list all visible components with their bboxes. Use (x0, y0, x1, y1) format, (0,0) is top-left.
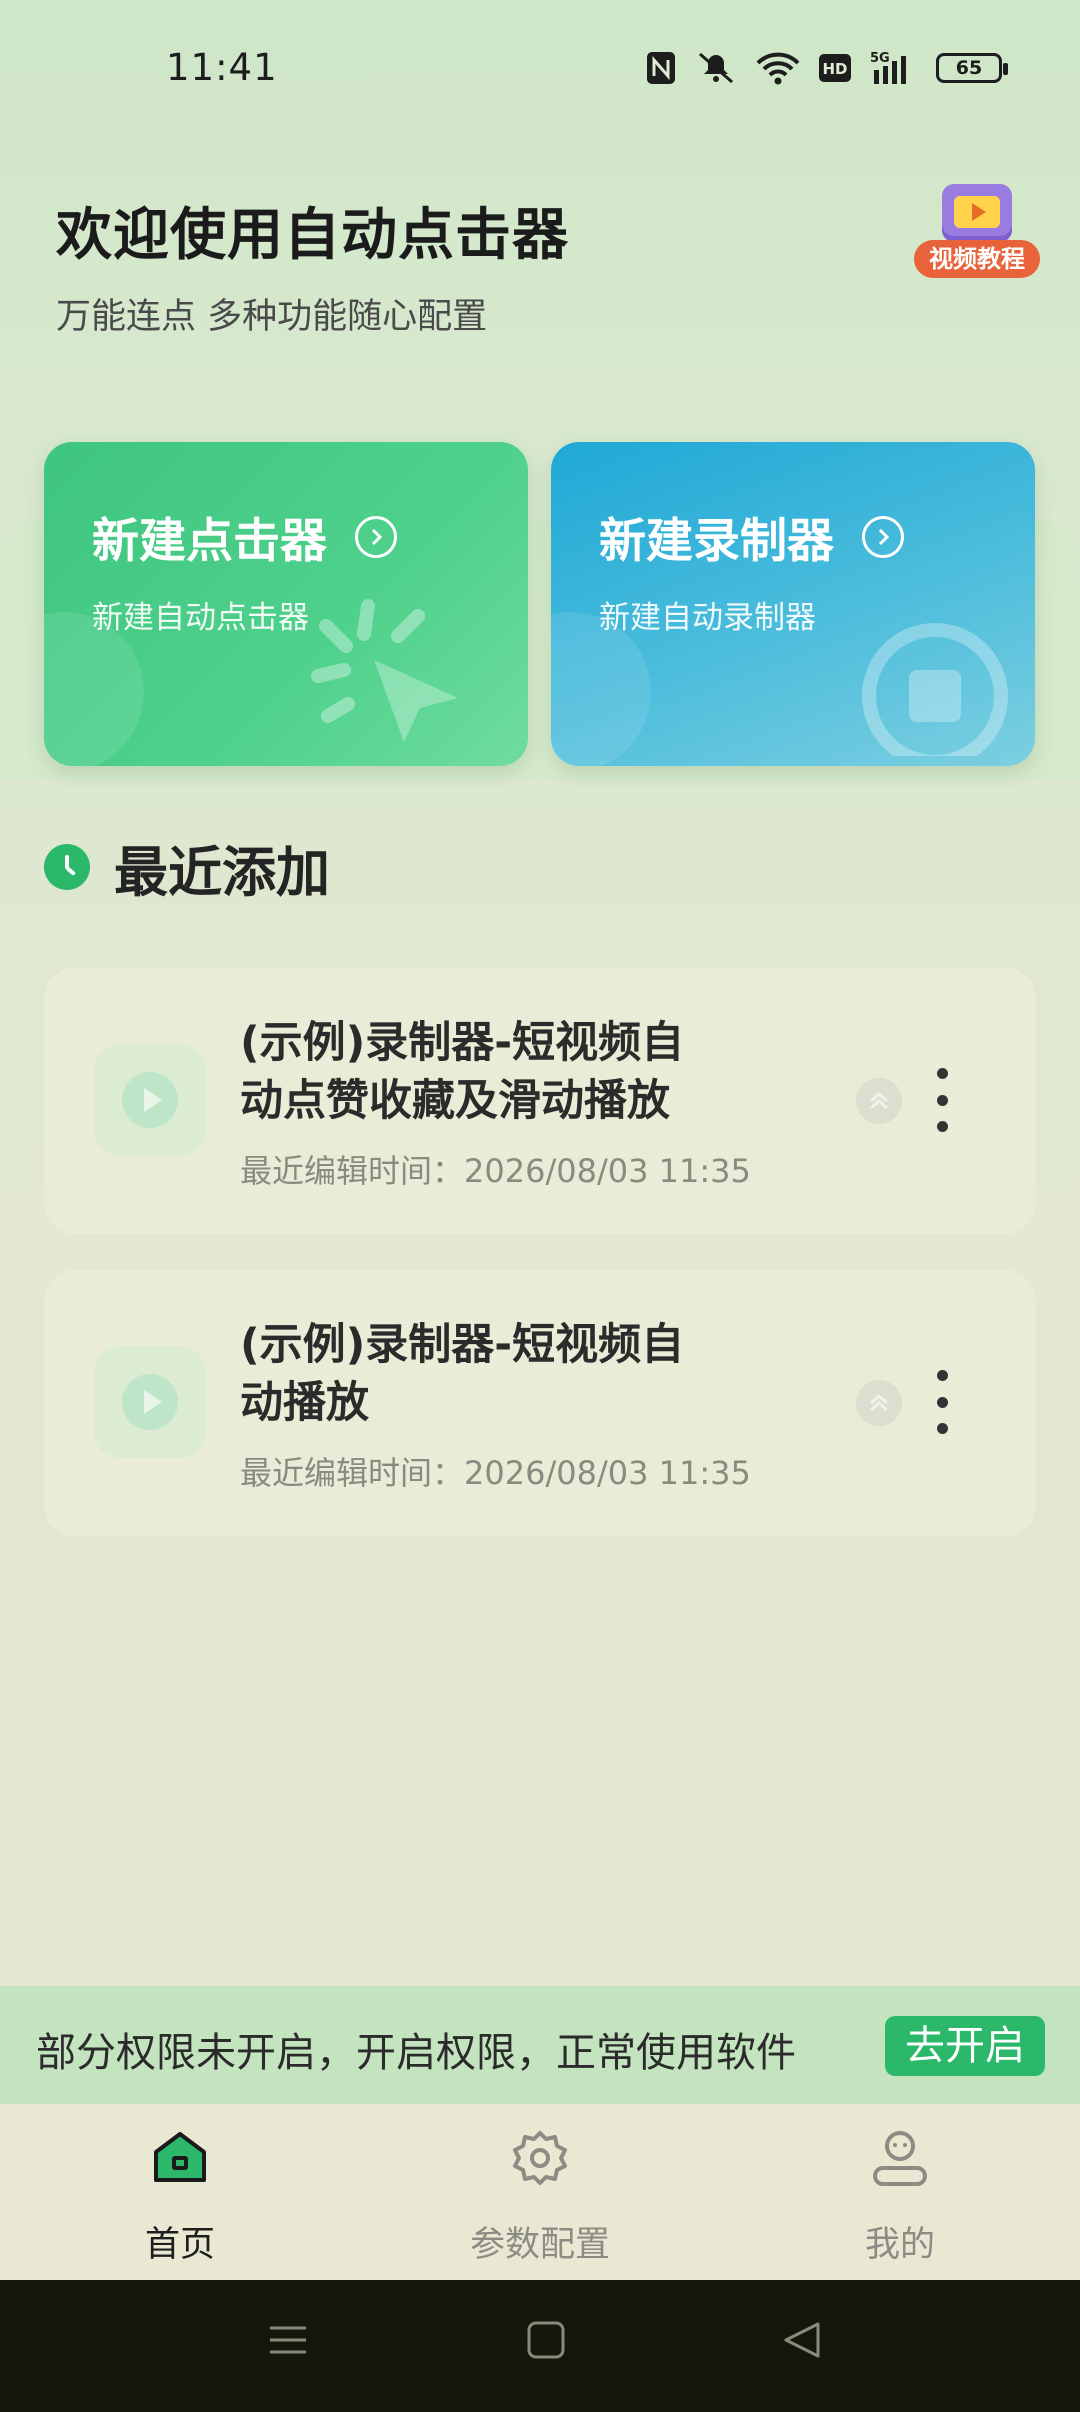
tab-home-label: 首页 (144, 2225, 215, 2265)
recent-title: 最近添加 (114, 840, 330, 904)
page-subtitle: 万能连点 多种功能随心配置 (56, 297, 488, 337)
tab-home[interactable]: 首页 (0, 2104, 360, 2280)
chevron-right-icon (862, 515, 904, 558)
permission-banner: 部分权限未开启，开启权限，正常使用软件 去开启 (0, 1986, 1080, 2104)
item-time: 最近编辑时间：2026/08/03 11:35 (240, 1454, 751, 1492)
status-bar: 11:41 HD 5G 65 (0, 0, 1080, 130)
permission-text: 部分权限未开启，开启权限，正常使用软件 (36, 2030, 796, 2076)
gear-icon (510, 2128, 570, 2188)
new-recorder-desc: 新建自动录制器 (599, 600, 816, 636)
play-icon (122, 1374, 178, 1430)
battery-icon: 65 (936, 53, 1008, 83)
page-title: 欢迎使用自动点击器 (56, 203, 569, 268)
tab-settings[interactable]: 参数配置 (360, 2104, 720, 2280)
video-tutorial-label: 视频教程 (914, 240, 1040, 278)
item-title: (示例)录制器-短视频自动点赞收藏及滑动播放 (240, 1018, 685, 1126)
bottom-nav: 首页 参数配置 我的 (0, 2104, 1080, 2280)
pin-top-icon[interactable] (856, 1380, 902, 1426)
menu-icon[interactable] (266, 2318, 310, 2366)
mute-icon (694, 50, 738, 86)
video-tutorial-button[interactable]: 视频教程 (912, 176, 1042, 286)
hd-icon: HD (818, 53, 852, 83)
system-nav-bar (0, 2280, 1080, 2412)
home-square-icon[interactable] (524, 2318, 568, 2366)
more-icon[interactable] (930, 1068, 954, 1132)
new-recorder-title: 新建录制器 (599, 502, 904, 571)
profile-icon (870, 2128, 930, 2188)
recorder-thumb (94, 1044, 206, 1156)
pin-top-icon[interactable] (856, 1078, 902, 1124)
list-item[interactable]: (示例)录制器-短视频自动播放 最近编辑时间：2026/08/03 11:35 (44, 1270, 1036, 1536)
back-icon[interactable] (780, 2318, 824, 2366)
item-title: (示例)录制器-短视频自动播放 (240, 1320, 685, 1428)
wifi-icon (756, 51, 800, 85)
tab-settings-label: 参数配置 (469, 2225, 610, 2265)
new-clicker-desc: 新建自动点击器 (92, 600, 309, 636)
enable-permission-button[interactable]: 去开启 (885, 2016, 1045, 2076)
list-item[interactable]: (示例)录制器-短视频自动点赞收藏及滑动播放 最近编辑时间：2026/08/03… (44, 968, 1036, 1234)
tv-icon (942, 184, 1012, 242)
chevron-right-icon (355, 515, 397, 558)
status-icons: HD 5G 65 (646, 46, 1008, 90)
new-recorder-card[interactable]: 新建录制器 新建自动录制器 (551, 442, 1035, 766)
recent-section-header: 最近添加 (44, 832, 330, 904)
nfc-icon (646, 51, 676, 85)
home-icon (150, 2128, 210, 2188)
tab-profile[interactable]: 我的 (720, 2104, 1080, 2280)
recorder-thumb (94, 1346, 206, 1458)
status-time: 11:41 (166, 46, 278, 89)
new-clicker-card[interactable]: 新建点击器 新建自动点击器 (44, 442, 528, 766)
item-time: 最近编辑时间：2026/08/03 11:35 (240, 1152, 751, 1190)
tap-cursor-icon (308, 586, 508, 760)
play-icon (122, 1072, 178, 1128)
new-clicker-title: 新建点击器 (92, 502, 397, 571)
svg-text:HD: HD (822, 60, 847, 78)
signal-5g-icon: 5G (870, 50, 918, 86)
tab-profile-label: 我的 (864, 2225, 935, 2265)
record-stop-icon (845, 606, 1015, 766)
svg-text:5G: 5G (870, 51, 890, 66)
clock-icon (44, 844, 90, 890)
more-icon[interactable] (930, 1370, 954, 1434)
